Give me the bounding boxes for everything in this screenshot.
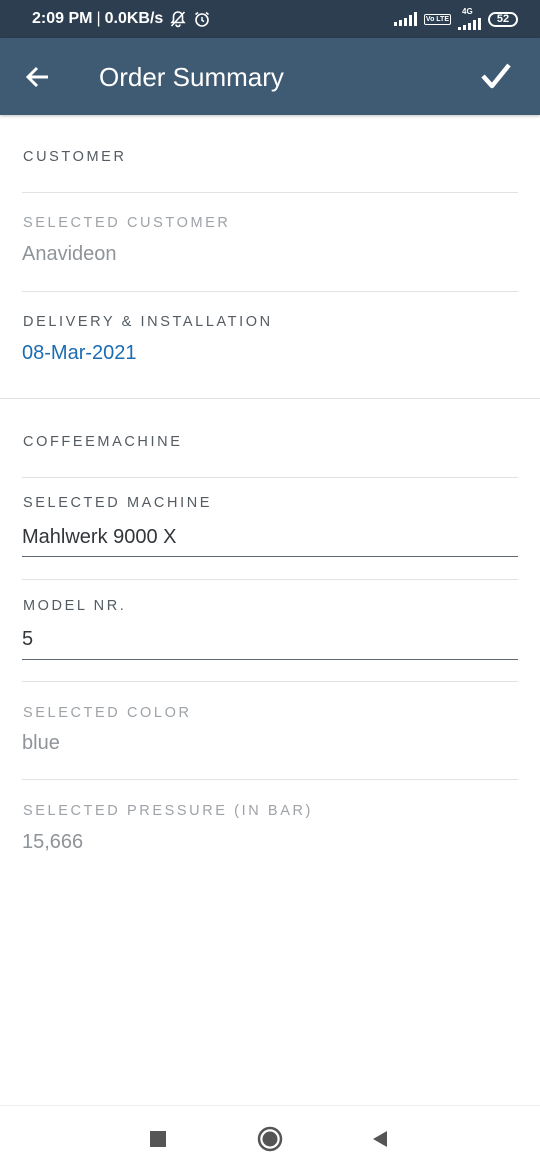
back-button[interactable] [22,61,54,93]
section-divider [0,398,540,399]
circle-icon [257,1126,283,1152]
delivery-installation-label: DELIVERY & INSTALLATION [23,314,273,330]
status-right: Vo LTE 4G 52 [393,8,518,30]
selected-customer-label: SELECTED CUSTOMER [23,215,231,231]
square-icon [150,1131,166,1147]
section-header-coffeemachine: COFFEEMACHINE [23,434,183,450]
confirm-button[interactable] [480,60,512,92]
page-title: Order Summary [99,62,284,92]
divider [22,681,518,682]
status-time: 2:09 PM [32,10,93,27]
home-button[interactable] [255,1124,285,1154]
signal-strength-icon [393,12,417,26]
system-navigation-bar [0,1105,540,1171]
section-header-customer: CUSTOMER [23,149,127,165]
network-4g-indicator: 4G [458,8,481,30]
alarm-icon [193,10,211,28]
divider [22,579,518,580]
status-left: 2:09 PM | 0.0KB/s [32,10,211,28]
selected-machine-input[interactable]: Mahlwerk 9000 X [22,520,518,554]
model-nr-label: MODEL NR. [23,598,127,614]
model-nr-value: 5 [22,628,34,650]
back-nav-button[interactable] [365,1124,395,1154]
model-nr-input[interactable]: 5 [22,622,518,656]
input-underline [22,659,518,660]
triangle-back-icon [373,1131,387,1147]
battery-icon: 52 [488,11,518,27]
divider [22,779,518,780]
selected-customer-value: Anavideon [22,243,117,265]
status-network-speed: 0.0KB/s [104,10,164,27]
app-bar: Order Summary [0,38,540,115]
divider [22,192,518,193]
network-type-label: 4G [462,7,473,16]
selected-pressure-label: SELECTED PRESSURE (IN BAR) [23,803,313,819]
selected-machine-value: Mahlwerk 9000 X [22,526,177,548]
notifications-off-icon [169,10,187,28]
divider [22,291,518,292]
battery-level: 52 [496,13,510,25]
input-underline [22,556,518,557]
checkmark-icon [481,63,511,89]
status-bar: 2:09 PM | 0.0KB/s Vo LTE 4G 52 [0,0,540,38]
volte-badge: Vo LTE [423,13,451,25]
divider [22,477,518,478]
recent-apps-button[interactable] [143,1124,173,1154]
selected-color-value: blue [22,732,60,754]
selected-machine-label: SELECTED MACHINE [23,495,213,511]
delivery-date-link[interactable]: 08-Mar-2021 [22,342,137,365]
signal-strength-icon [458,16,481,30]
status-separator: | [96,10,101,27]
arrow-left-icon [25,66,48,88]
selected-pressure-value: 15,666 [22,831,84,853]
selected-color-label: SELECTED COLOR [23,705,192,721]
